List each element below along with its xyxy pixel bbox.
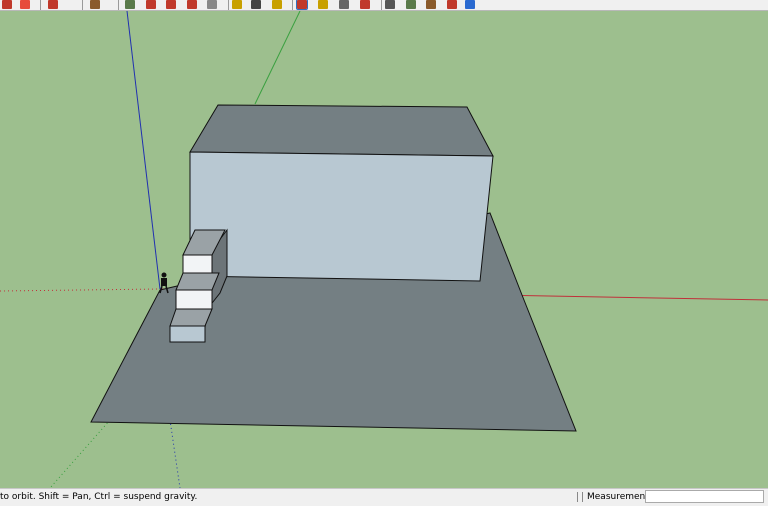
- green-axis-dotted-line: [49, 419, 111, 488]
- dimension-icon[interactable]: [251, 0, 261, 9]
- toolbar-separator: [381, 0, 382, 10]
- 3d-viewport[interactable]: [0, 11, 768, 488]
- stair-riser-middle[interactable]: [175, 289, 213, 310]
- push-pull-icon[interactable]: [125, 0, 135, 9]
- red-axis-dotted-line: [0, 288, 161, 292]
- measurements-label: Measurements: [587, 492, 654, 502]
- box-top-face[interactable]: [189, 104, 494, 157]
- orbit-icon[interactable]: [296, 0, 308, 10]
- toolbar-separator: [292, 0, 293, 10]
- measurements-input[interactable]: [645, 490, 764, 503]
- stair-riser-top[interactable]: [182, 254, 213, 274]
- status-hint-text: to orbit. Shift = Pan, Ctrl = suspend gr…: [0, 492, 198, 502]
- extension-icon[interactable]: [447, 0, 457, 9]
- follow-me-icon[interactable]: [146, 0, 156, 9]
- blue-axis-line: [126, 11, 161, 290]
- green-axis-line: [254, 11, 301, 105]
- box-front-face[interactable]: [189, 151, 494, 282]
- main-toolbar: [0, 0, 768, 11]
- position-camera-icon[interactable]: [385, 0, 395, 9]
- text-icon[interactable]: [272, 0, 282, 9]
- tape-measure-icon[interactable]: [232, 0, 242, 9]
- freehand-icon[interactable]: [2, 0, 12, 9]
- status-bar-divider[interactable]: [577, 492, 583, 502]
- rotate-icon[interactable]: [187, 0, 197, 9]
- stair-riser-bottom[interactable]: [169, 325, 206, 343]
- walk-icon[interactable]: [360, 0, 370, 9]
- paint-bucket-icon[interactable]: [90, 0, 100, 9]
- status-bar: to orbit. Shift = Pan, Ctrl = suspend gr…: [0, 488, 768, 506]
- stair-tread-middle[interactable]: [175, 272, 220, 291]
- toolbar-separator: [82, 0, 83, 10]
- section-plane-icon[interactable]: [406, 0, 416, 9]
- toolbar-separator: [40, 0, 41, 10]
- toolbar-separator: [228, 0, 229, 10]
- rotated-rectangle-icon[interactable]: [48, 0, 58, 9]
- scale-icon[interactable]: [207, 0, 217, 9]
- eraser-icon[interactable]: [20, 0, 30, 9]
- look-around-icon[interactable]: [339, 0, 349, 9]
- share-model-icon[interactable]: [465, 0, 475, 9]
- toolbar-separator: [118, 0, 119, 10]
- blue-axis-dotted-line: [169, 419, 181, 488]
- stair-tread-bottom[interactable]: [169, 308, 213, 327]
- move-icon[interactable]: [166, 0, 176, 9]
- pan-icon[interactable]: [318, 0, 328, 9]
- warehouse-icon[interactable]: [426, 0, 436, 9]
